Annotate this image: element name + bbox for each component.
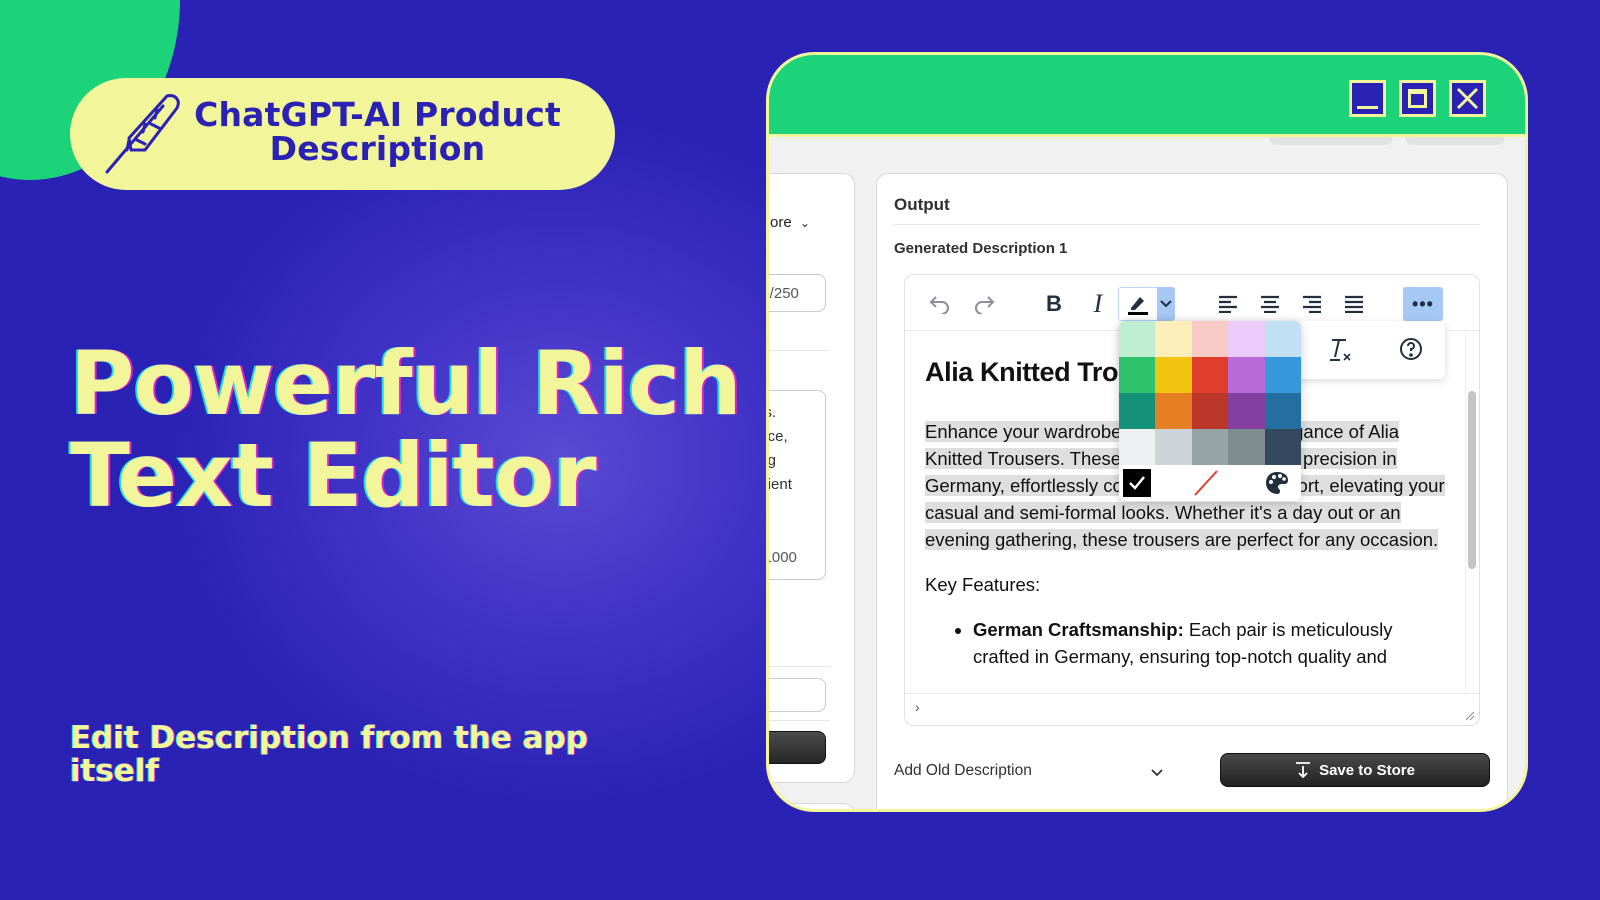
more-tools-button[interactable]: ••• bbox=[1403, 287, 1443, 321]
checkmark-icon bbox=[1129, 476, 1145, 490]
color-swatch[interactable] bbox=[1119, 321, 1156, 357]
color-swatch[interactable] bbox=[1228, 393, 1265, 429]
color-swatch[interactable] bbox=[1119, 357, 1156, 393]
color-swatch[interactable] bbox=[1155, 321, 1192, 357]
generated-description-label: Generated Description 1 bbox=[894, 240, 1068, 257]
align-right-button[interactable] bbox=[1295, 287, 1329, 321]
features-list: German Craftsmanship: Each pair is metic… bbox=[925, 616, 1445, 670]
output-panel: Output Generated Description 1 B I ••• A… bbox=[876, 173, 1508, 809]
rich-text-editor: B I ••• Alia Knitted Trousers Enhance yo… bbox=[904, 274, 1480, 726]
headline: Powerful Rich Text Editor bbox=[70, 332, 742, 527]
save-button-label: Save to Store bbox=[1319, 761, 1415, 779]
color-swatch[interactable] bbox=[1264, 357, 1301, 393]
highlight-color-button[interactable] bbox=[1118, 287, 1158, 321]
redo-button[interactable] bbox=[967, 287, 1001, 321]
justify-icon bbox=[1345, 295, 1363, 313]
subheadline-line1: Edit Description from the app bbox=[70, 720, 589, 756]
color-swatch[interactable] bbox=[1119, 429, 1156, 465]
resize-handle-icon[interactable] bbox=[1463, 709, 1475, 721]
remove-color-icon bbox=[1194, 470, 1218, 496]
chevron-down-icon: ⌄ bbox=[799, 216, 810, 230]
editor-statusbar: › bbox=[905, 693, 1479, 725]
title-counter: 21/250 bbox=[769, 285, 799, 302]
headline-line2: Text Editor bbox=[70, 424, 597, 527]
italic-button[interactable]: I bbox=[1081, 287, 1115, 321]
color-swatch[interactable] bbox=[1191, 357, 1229, 393]
color-swatch[interactable] bbox=[1155, 357, 1192, 393]
tab-edge bbox=[1405, 137, 1505, 145]
output-title: Output bbox=[894, 195, 950, 214]
description-field[interactable]: ers. ance, ring enient 9/1000 bbox=[767, 390, 826, 580]
headline-line1: Powerful Rich bbox=[70, 332, 742, 435]
download-icon bbox=[1296, 762, 1311, 779]
color-swatch[interactable] bbox=[1228, 429, 1265, 465]
feature-item: German Craftsmanship: Each pair is metic… bbox=[973, 616, 1445, 670]
color-swatch[interactable] bbox=[1191, 393, 1229, 429]
color-swatch[interactable] bbox=[1264, 321, 1301, 357]
color-picker bbox=[1119, 321, 1301, 501]
chevron-down-icon bbox=[1160, 300, 1172, 308]
justify-button[interactable] bbox=[1337, 287, 1371, 321]
color-swatch[interactable] bbox=[1228, 357, 1265, 393]
color-swatch[interactable] bbox=[1191, 429, 1229, 465]
subheadline: Edit Description from the app itself bbox=[70, 722, 630, 788]
color-swatch[interactable] bbox=[1228, 321, 1265, 357]
app-badge: ChatGPT-AI Product Description bbox=[70, 78, 615, 190]
description-text: ers. ance, ring enient bbox=[767, 404, 792, 493]
badge-title-line2: Description bbox=[269, 129, 486, 168]
align-center-icon bbox=[1261, 295, 1279, 313]
add-old-description-toggle[interactable]: Add Old Description bbox=[894, 762, 1032, 780]
generate-button[interactable] bbox=[769, 731, 826, 764]
selected-color-swatch[interactable] bbox=[1123, 469, 1151, 497]
chevron-down-icon[interactable] bbox=[1149, 764, 1165, 780]
highlight-color-dropdown[interactable] bbox=[1157, 287, 1175, 321]
align-left-icon bbox=[1219, 295, 1237, 313]
align-left-button[interactable] bbox=[1211, 287, 1245, 321]
feather-icon bbox=[105, 94, 180, 174]
scrollbar-track bbox=[1465, 331, 1479, 693]
scrollbar-thumb[interactable] bbox=[1468, 391, 1476, 569]
redo-icon bbox=[975, 296, 995, 314]
window-titlebar bbox=[769, 55, 1525, 137]
description-counter: 9/1000 bbox=[769, 549, 797, 566]
undo-button[interactable] bbox=[923, 287, 957, 321]
color-picker-actions bbox=[1119, 465, 1301, 501]
save-to-store-button[interactable]: Save to Store bbox=[1220, 753, 1490, 787]
app-window: ore ⌄ 21/250 ers. ance, ring enient 9/10… bbox=[766, 52, 1528, 812]
color-swatch[interactable] bbox=[1155, 429, 1192, 465]
minimize-button[interactable] bbox=[1349, 80, 1386, 117]
custom-color-button[interactable] bbox=[1263, 469, 1291, 497]
color-swatch[interactable] bbox=[1264, 429, 1301, 465]
align-right-icon bbox=[1303, 295, 1321, 313]
divider bbox=[769, 720, 830, 721]
element-path: › bbox=[915, 699, 920, 715]
subheadline-line2: itself bbox=[70, 753, 160, 789]
key-features-label: Key Features: bbox=[925, 574, 1041, 595]
align-center-button[interactable] bbox=[1253, 287, 1287, 321]
divider bbox=[769, 350, 830, 351]
color-swatch[interactable] bbox=[1155, 393, 1192, 429]
badge-title-line1: ChatGPT-AI Product bbox=[194, 95, 561, 134]
divider bbox=[769, 666, 830, 667]
highlight-color-icon bbox=[1128, 297, 1148, 315]
panel-card bbox=[769, 803, 855, 809]
color-swatch[interactable] bbox=[1191, 321, 1229, 357]
tab-edge bbox=[1269, 137, 1393, 145]
maximize-button[interactable] bbox=[1399, 80, 1436, 117]
color-swatch[interactable] bbox=[1264, 393, 1301, 429]
input-panel: ore ⌄ 21/250 ers. ance, ring enient 9/10… bbox=[767, 173, 855, 783]
palette-icon bbox=[1266, 472, 1288, 494]
color-swatch[interactable] bbox=[1119, 393, 1156, 429]
close-icon bbox=[1456, 87, 1479, 110]
input-field[interactable] bbox=[769, 678, 826, 712]
remove-color-button[interactable] bbox=[1191, 469, 1221, 497]
undo-icon bbox=[929, 296, 949, 314]
bold-button[interactable]: B bbox=[1037, 287, 1071, 321]
title-field[interactable]: 21/250 bbox=[769, 274, 826, 312]
close-button[interactable] bbox=[1449, 80, 1486, 117]
store-dropdown[interactable]: ore ⌄ bbox=[770, 214, 810, 231]
color-swatches bbox=[1119, 321, 1301, 465]
divider bbox=[894, 224, 1480, 225]
